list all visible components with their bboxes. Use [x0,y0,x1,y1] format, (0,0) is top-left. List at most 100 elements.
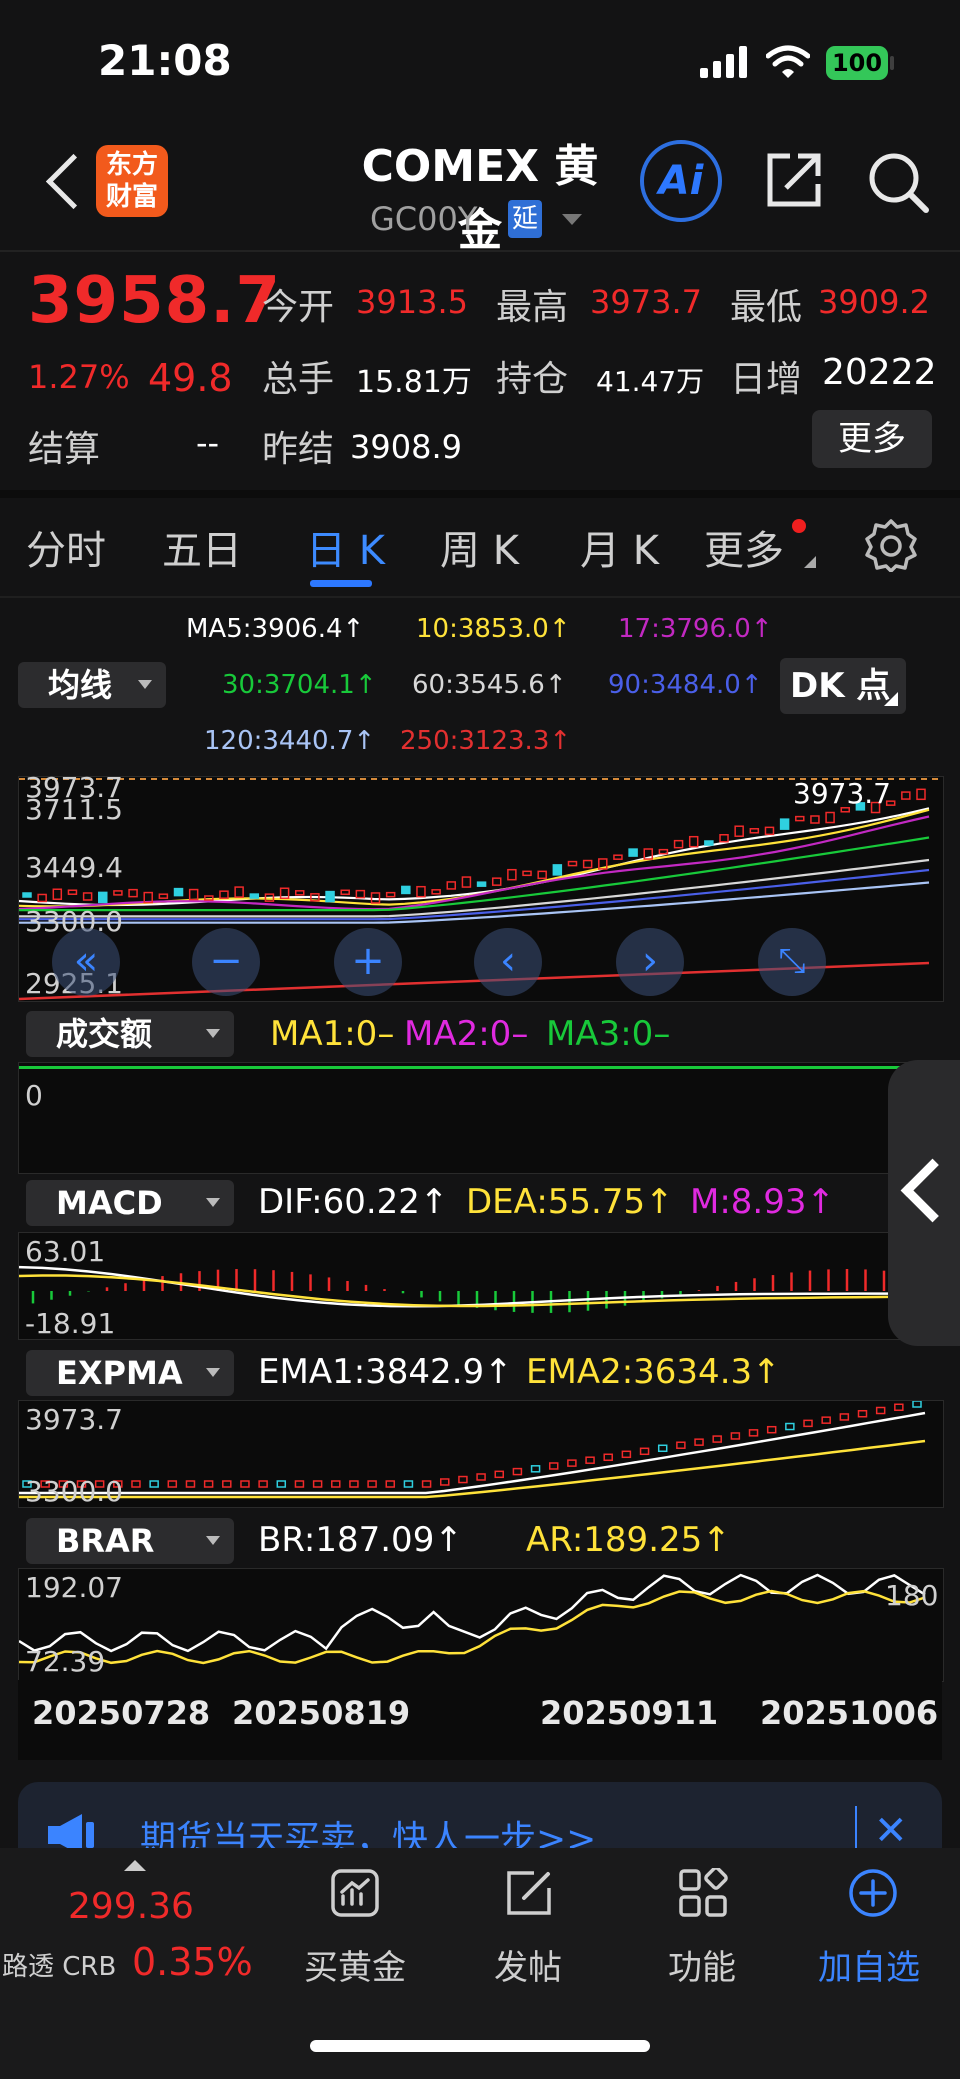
daily-increase-value: 20222 [822,352,937,393]
chart-icon[interactable] [330,1868,380,1918]
candle [582,859,593,869]
tab-week-k[interactable]: 周 K [440,518,519,576]
candle [785,1422,795,1431]
tab-five-day[interactable]: 五日 [162,518,242,576]
tab-divider [0,596,960,598]
battery-icon: 100 [826,46,888,80]
tab-more[interactable]: 更多 [704,518,784,576]
ma-selector[interactable]: 均线 [18,662,166,708]
share-icon[interactable] [764,150,824,210]
fullscreen-button[interactable]: ⤡ [758,928,826,996]
candle [37,893,47,903]
candle [764,826,775,836]
candle [712,1435,722,1443]
expma-chart[interactable]: 3973.7 3300.0 [18,1400,944,1508]
candle [912,1401,922,1408]
crb-price[interactable]: 299.36 [68,1886,194,1927]
macd-chart[interactable]: 63.01 -18.91 [18,1232,944,1340]
candle [367,1480,377,1488]
candle [567,860,578,867]
brar-axis-top: 192.07 [25,1571,123,1604]
buy-gold-button[interactable]: 买黄金 [304,1940,406,1989]
more-quote-button[interactable]: 更多 [812,410,932,468]
candle [676,1441,686,1449]
candle [673,839,684,849]
vol-ma3-legend: MA3:0– [546,1014,671,1054]
scroll-right-button[interactable]: › [616,928,684,996]
zoom-in-button[interactable]: + [334,928,402,996]
candle [916,788,926,801]
tab-intraday[interactable]: 分时 [26,518,106,576]
brar-chart[interactable]: 192.07 72.39 180 [18,1568,944,1682]
expand-up-icon[interactable] [124,1860,146,1871]
chevron-down-icon [138,680,152,689]
candle [567,1459,577,1467]
candle [167,1480,178,1488]
candle [530,1465,541,1473]
macd-selector-label: MACD [56,1184,163,1222]
dea-line [19,1274,926,1308]
candle [628,848,638,857]
candle [294,890,305,896]
expma-axis-bottom: 3300.0 [25,1475,123,1508]
candle [421,1480,432,1488]
ai-button[interactable]: Ai [640,140,722,222]
candle [22,892,32,898]
apps-icon[interactable] [678,1868,728,1918]
chevron-down-icon[interactable] [562,214,582,225]
candle [603,1453,613,1462]
compose-icon[interactable] [504,1868,554,1918]
post-button[interactable]: 发帖 [494,1940,562,1989]
candle [149,1480,159,1488]
add-watchlist-button[interactable]: 加自选 [818,1940,920,1989]
page-title[interactable]: COMEX 黄金 [340,130,620,258]
volume-value: 15.81万 [356,365,472,400]
crb-change[interactable]: 0.35% [132,1940,253,1984]
zoom-out-button[interactable]: − [192,928,260,996]
tab-month-k[interactable]: 月 K [580,518,659,576]
ma60-legend: 60:3545.6↑ [412,670,567,700]
open-value: 3913.5 [356,283,468,321]
candle [98,891,108,904]
brar-selector[interactable]: BRAR [26,1518,234,1564]
candle [440,1478,450,1486]
macd-selector[interactable]: MACD [26,1180,234,1226]
scroll-left-fast-button[interactable]: « [52,928,120,996]
daily-increase-label: 日增 [730,359,803,400]
expma-selector[interactable]: EXPMA [26,1350,234,1396]
chevron-down-icon [206,1536,220,1545]
candle [522,870,532,877]
contract-code[interactable]: GC00Y [370,200,477,238]
settle-value: -- [196,424,220,462]
last-price: 3958.7 [28,264,281,338]
ma120-legend: 120:3440.7↑ [204,726,376,756]
date-label: 20251006 [760,1694,939,1732]
crb-name[interactable]: 路透 CRB [2,1946,116,1983]
search-icon[interactable] [866,150,930,214]
candle [821,1416,831,1424]
candle [249,893,260,899]
candle [719,834,729,843]
candle [385,891,396,898]
candle [857,1409,868,1418]
settle-label: 结算 [28,429,101,470]
gear-icon[interactable] [864,518,918,572]
ma90-legend: 90:3484.0↑ [608,670,763,700]
expma-ema2-legend: EMA2:3634.3↑ [526,1352,781,1392]
notification-dot [792,519,806,533]
signal-icon [700,46,750,78]
candle [276,1480,287,1488]
open-interest-label: 持仓 [496,359,569,400]
high-marker-label: 3973.7 [793,777,891,810]
candle [355,889,366,899]
functions-button[interactable]: 功能 [668,1940,736,1989]
back-icon[interactable] [45,153,102,210]
dk-point-button[interactable]: DK 点 [780,658,906,714]
tab-day-k[interactable]: 日 K [306,518,385,576]
scroll-left-button[interactable]: ‹ [474,928,542,996]
candle [294,1480,305,1488]
candle [204,895,214,901]
add-circle-icon[interactable] [848,1868,898,1918]
volume-chart[interactable]: 0 [18,1062,944,1174]
volume-selector[interactable]: 成交额 [26,1011,234,1057]
